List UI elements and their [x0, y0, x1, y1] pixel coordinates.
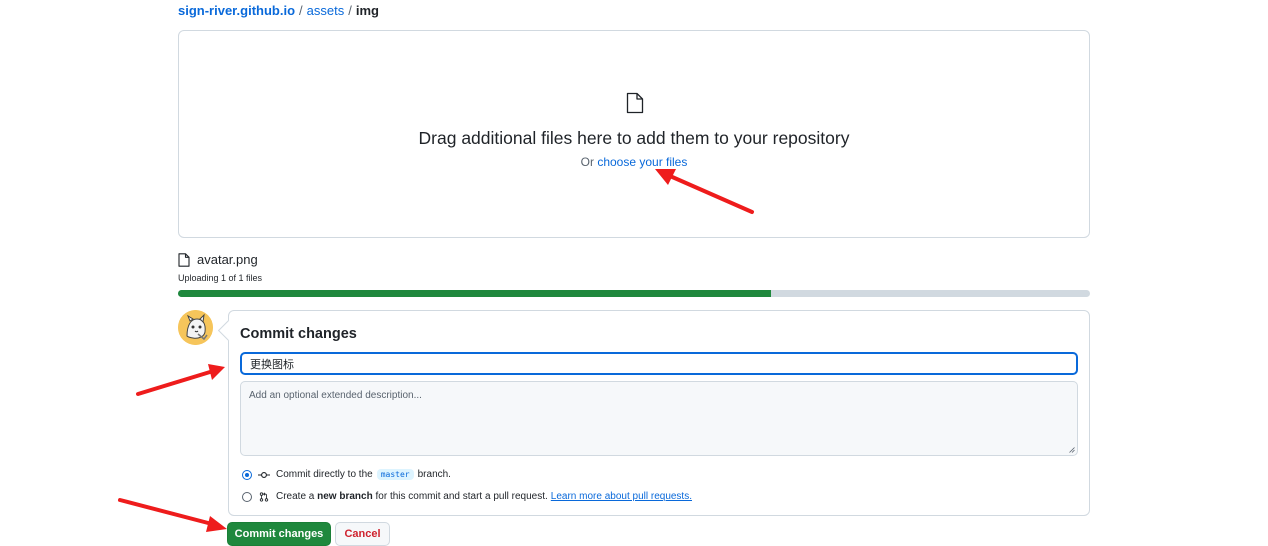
commit-summary-input[interactable] [240, 352, 1078, 375]
annotation-arrow-summary [136, 364, 225, 396]
uploaded-file: avatar.png [178, 252, 258, 267]
annotation-arrow-commit-button [118, 498, 227, 532]
learn-pull-requests-link[interactable]: Learn more about pull requests. [551, 491, 692, 502]
breadcrumb-repo-link[interactable]: sign-river.github.io [178, 3, 295, 18]
commit-description-input[interactable] [240, 381, 1078, 456]
file-drop-zone[interactable]: Drag additional files here to add them t… [178, 30, 1090, 238]
commit-direct-radio[interactable] [242, 469, 252, 480]
commit-new-prefix: Create a [276, 491, 315, 502]
breadcrumb-folder-link[interactable]: assets [307, 3, 345, 18]
commit-direct-prefix: Commit directly to the [276, 469, 373, 480]
avatar [178, 310, 213, 345]
commit-new-branch-option[interactable]: Create a new branch for this commit and … [242, 491, 692, 502]
upload-progress-fill [178, 290, 771, 297]
upload-progress-bar [178, 290, 1090, 297]
commit-direct-suffix: branch. [417, 469, 451, 480]
breadcrumb-current: img [355, 3, 379, 18]
git-commit-icon [258, 471, 270, 478]
cancel-button[interactable]: Cancel [335, 522, 390, 546]
dropzone-title: Drag additional files here to add them t… [418, 128, 850, 148]
new-branch-label: new branch [317, 491, 373, 502]
commit-changes-button[interactable]: Commit changes [227, 522, 331, 546]
branch-name-badge: master [376, 469, 414, 480]
git-pull-request-icon [259, 491, 269, 502]
commit-direct-option[interactable]: Commit directly to the master branch. [242, 469, 451, 480]
uploaded-file-name: avatar.png [197, 252, 258, 267]
file-icon [626, 92, 644, 114]
resize-grip-icon[interactable] [1069, 447, 1075, 453]
commit-new-branch-radio[interactable] [242, 491, 252, 502]
dropzone-subtitle: Or choose your files [179, 155, 1089, 169]
breadcrumb-separator: / [348, 3, 352, 18]
file-icon [178, 252, 190, 267]
commit-new-suffix: for this commit and start a pull request… [375, 491, 548, 502]
commit-form: Commit changes Commit directly to the ma… [228, 310, 1090, 516]
breadcrumb-separator: / [299, 3, 303, 18]
commit-form-title: Commit changes [240, 326, 357, 342]
choose-files-link[interactable]: choose your files [597, 155, 687, 169]
upload-status: Uploading 1 of 1 files [178, 273, 263, 283]
dropzone-or-text: Or [580, 155, 594, 169]
breadcrumb: sign-river.github.io / assets / img [178, 3, 379, 19]
